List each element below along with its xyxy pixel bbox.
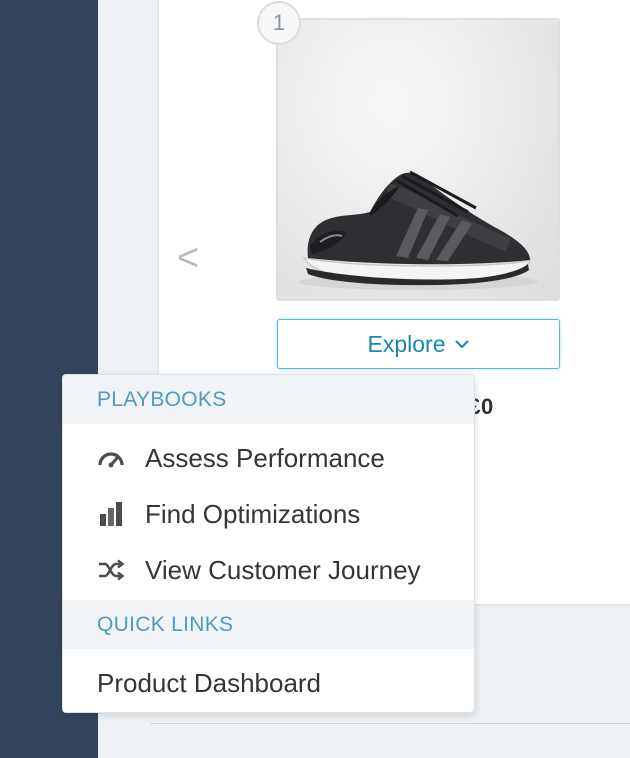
explore-button[interactable]: Explore <box>277 319 560 369</box>
menu-item-find-optimizations[interactable]: Find Optimizations <box>63 486 474 542</box>
gauge-icon <box>96 443 126 473</box>
chevron-down-icon <box>455 340 469 349</box>
rank-badge: 1 <box>257 1 301 45</box>
playbooks-header: PLAYBOOKS <box>63 375 474 424</box>
previous-product-arrow[interactable]: < <box>170 236 206 280</box>
explore-dropdown-menu: PLAYBOOKS Assess Performance Find Optimi… <box>62 374 475 713</box>
menu-item-label: Assess Performance <box>145 442 385 473</box>
menu-item-product-dashboard[interactable]: Product Dashboard <box>63 655 474 711</box>
sneaker-image <box>298 170 538 290</box>
product-image[interactable] <box>276 18 560 301</box>
divider-line <box>150 723 630 724</box>
menu-item-label: View Customer Journey <box>145 554 421 585</box>
menu-item-view-customer-journey[interactable]: View Customer Journey <box>63 542 474 598</box>
quick-links-header: QUICK LINKS <box>63 600 474 649</box>
explore-button-label: Explore <box>367 330 446 357</box>
bar-chart-icon <box>96 499 126 529</box>
menu-item-label: Product Dashboard <box>97 667 322 698</box>
menu-item-label: Find Optimizations <box>145 498 361 529</box>
shuffle-icon <box>96 555 126 585</box>
menu-item-assess-performance[interactable]: Assess Performance <box>63 430 474 486</box>
